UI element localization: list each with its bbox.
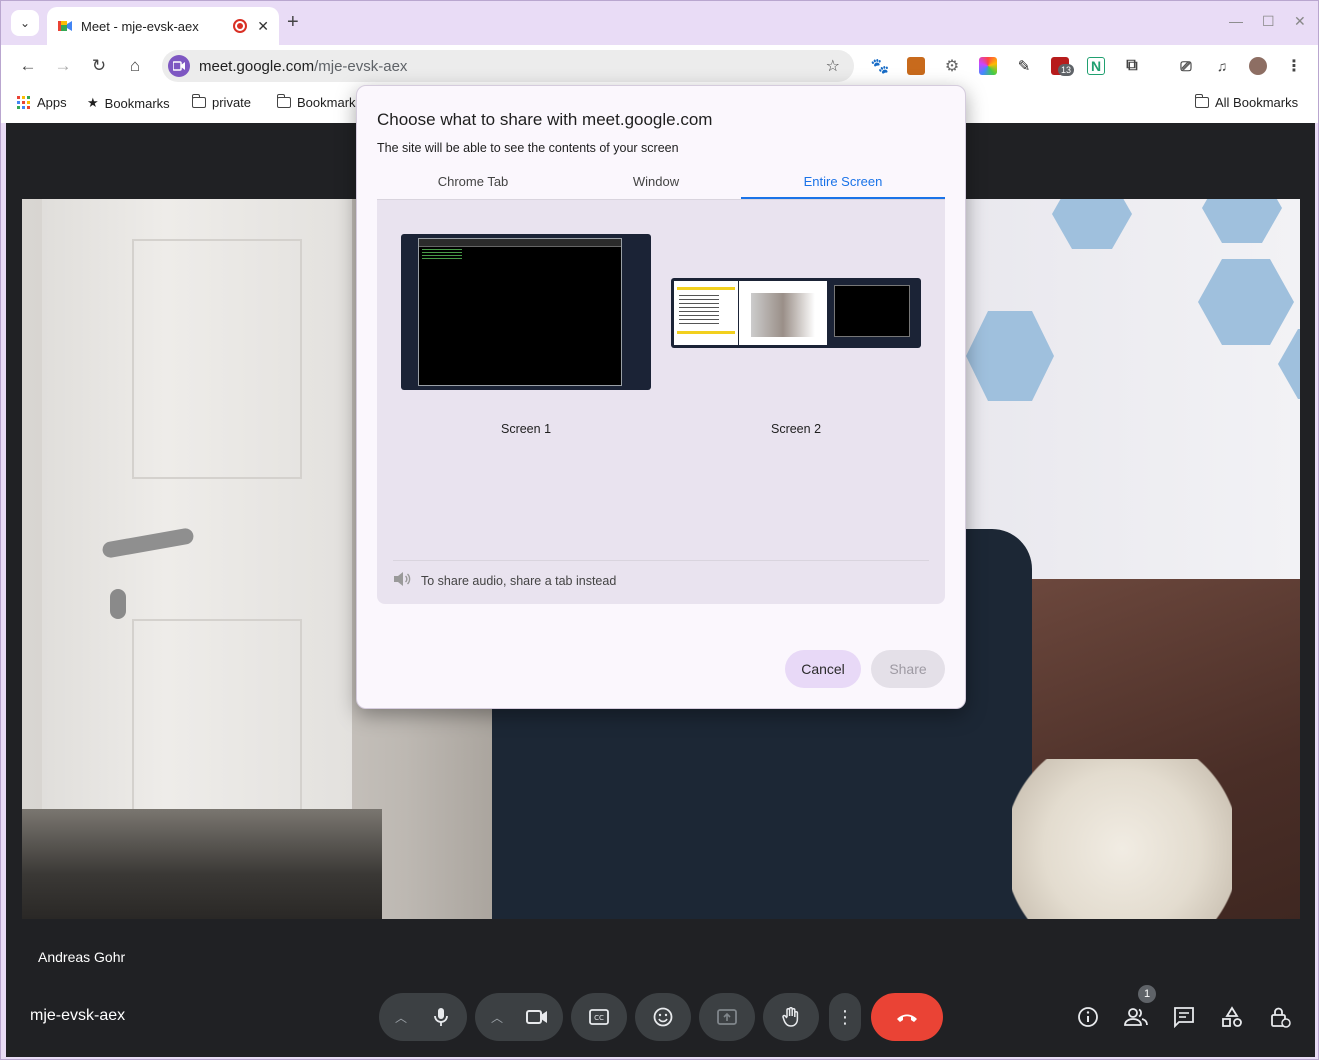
dialog-title: Choose what to share with meet.google.co…: [377, 110, 713, 129]
mic-control: ︿: [379, 993, 467, 1041]
camera-control: ︿: [475, 993, 563, 1041]
recording-icon: [233, 19, 248, 33]
color-extension-icon[interactable]: [979, 57, 997, 75]
bookmark-apps-label: Apps: [37, 95, 67, 110]
activities-icon[interactable]: [1218, 1003, 1246, 1031]
folder-icon: [276, 94, 291, 108]
cancel-button[interactable]: Cancel: [785, 650, 861, 688]
bookmark-folder-2[interactable]: Bookmarks: [276, 94, 363, 110]
reload-icon[interactable]: ↻: [88, 55, 110, 77]
eyedropper-icon[interactable]: ✎: [1015, 57, 1033, 75]
mic-options-chevron-icon[interactable]: ︿: [383, 1009, 419, 1026]
tab-entire-screen[interactable]: Entire Screen: [753, 174, 933, 189]
bookmark-private[interactable]: private: [191, 94, 252, 110]
tab-strip: ⌄ Meet - mje-evsk-aex ✕ + — ☐ ✕: [1, 1, 1318, 45]
bookmark-bookmarks[interactable]: ★ Bookmarks: [87, 95, 170, 111]
bookmark-apps[interactable]: Apps: [17, 95, 67, 110]
bookmark-all-label: All Bookmarks: [1215, 95, 1299, 110]
meet-favicon-icon: [57, 18, 73, 34]
star-icon: ★: [87, 95, 99, 110]
bookmark-all[interactable]: All Bookmarks: [1194, 94, 1299, 110]
paw-extension-icon[interactable]: 🐾: [871, 57, 889, 75]
browser-window: ⌄ Meet - mje-evsk-aex ✕ + — ☐ ✕ ← → ↻ ⌂ …: [0, 0, 1319, 1060]
dialog-subtitle: The site will be able to see the content…: [377, 141, 679, 155]
bookmark-bookmarks-label: Bookmarks: [104, 95, 170, 111]
close-tab-icon[interactable]: ✕: [257, 18, 269, 35]
emoji-button[interactable]: [635, 993, 691, 1041]
extension-badge: 13: [1058, 64, 1075, 76]
maximize-icon[interactable]: ☐: [1262, 13, 1275, 30]
people-icon[interactable]: [1122, 1003, 1150, 1031]
speaker-icon: [393, 571, 411, 590]
cast-icon[interactable]: ⎚: [1177, 57, 1195, 75]
close-window-icon[interactable]: ✕: [1294, 13, 1306, 30]
screen-1-label: Screen 1: [500, 422, 552, 436]
share-button[interactable]: Share: [871, 650, 945, 688]
svg-text:CC: CC: [594, 1014, 604, 1022]
meeting-info-icon[interactable]: [1074, 1003, 1102, 1031]
audio-hint-row: To share audio, share a tab instead: [393, 560, 929, 590]
tab-title: Meet - mje-evsk-aex: [81, 18, 199, 34]
browser-toolbar: ← → ↻ ⌂ meet.google.com/mje-evsk-aex ☆ 🐾…: [1, 45, 1318, 87]
bookmark-folder-2-label: Bookmarks: [297, 95, 363, 110]
bookmark-private-label: private: [212, 95, 252, 110]
folder-icon: [1194, 94, 1209, 108]
home-icon[interactable]: ⌂: [124, 55, 146, 77]
door-lock-image: [110, 589, 126, 619]
tab-meet[interactable]: Meet - mje-evsk-aex ✕: [47, 7, 279, 45]
media-control-icon[interactable]: ♫: [1213, 57, 1231, 75]
profile-avatar[interactable]: [1249, 57, 1267, 75]
minimize-icon[interactable]: —: [1229, 13, 1243, 29]
gear-extension-icon[interactable]: ⚙: [943, 57, 961, 75]
participant-name: Andreas Gohr: [38, 949, 126, 965]
present-screen-button[interactable]: [699, 993, 755, 1041]
people-count-badge: 1: [1138, 985, 1156, 1003]
meeting-code: mje-evsk-aex: [30, 1007, 126, 1024]
extension-orange-icon[interactable]: [907, 57, 925, 75]
dog-image: [1012, 759, 1232, 919]
camera-options-chevron-icon[interactable]: ︿: [479, 1009, 515, 1026]
back-icon[interactable]: ←: [17, 55, 39, 77]
address-bar[interactable]: meet.google.com/mje-evsk-aex ☆: [162, 50, 854, 82]
camera-button[interactable]: [515, 995, 559, 1039]
screen-2-label: Screen 2: [770, 422, 822, 436]
raise-hand-button[interactable]: [763, 993, 819, 1041]
forward-icon[interactable]: →: [52, 55, 74, 77]
screen-share-dialog: Choose what to share with meet.google.co…: [356, 85, 966, 709]
screen-2-thumbnail[interactable]: [671, 278, 921, 348]
tab-search-button[interactable]: ⌄: [11, 10, 39, 36]
screen-picker-panel: Screen 1 Screen 2 To share audio, share …: [377, 200, 945, 604]
microphone-button[interactable]: [419, 995, 463, 1039]
puzzle-extensions-icon[interactable]: ⧉: [1123, 57, 1141, 75]
more-options-button[interactable]: ⋮: [829, 993, 861, 1041]
apps-grid-icon: [17, 95, 31, 110]
leave-call-button[interactable]: [871, 993, 943, 1041]
host-controls-lock-icon[interactable]: [1266, 1003, 1294, 1031]
captions-button[interactable]: CC: [571, 993, 627, 1041]
tab-window[interactable]: Window: [566, 174, 746, 189]
bookmark-star-icon[interactable]: ☆: [826, 56, 840, 76]
active-tab-indicator: [741, 197, 945, 199]
site-info-icon[interactable]: [168, 55, 190, 77]
desk-image: [22, 809, 382, 919]
n-extension-icon[interactable]: N: [1087, 57, 1105, 75]
tab-chrome-tab[interactable]: Chrome Tab: [383, 174, 563, 189]
screen-1-thumbnail[interactable]: [401, 234, 651, 390]
url-text: meet.google.com/mje-evsk-aex: [199, 58, 408, 75]
more-menu-icon[interactable]: ⋮: [1285, 57, 1303, 75]
folder-icon: [191, 94, 206, 108]
audio-hint-text: To share audio, share a tab instead: [421, 573, 617, 588]
new-tab-button[interactable]: +: [287, 11, 299, 34]
chat-icon[interactable]: [1170, 1003, 1198, 1031]
share-source-tabs: Chrome Tab Window Entire Screen: [377, 170, 945, 200]
